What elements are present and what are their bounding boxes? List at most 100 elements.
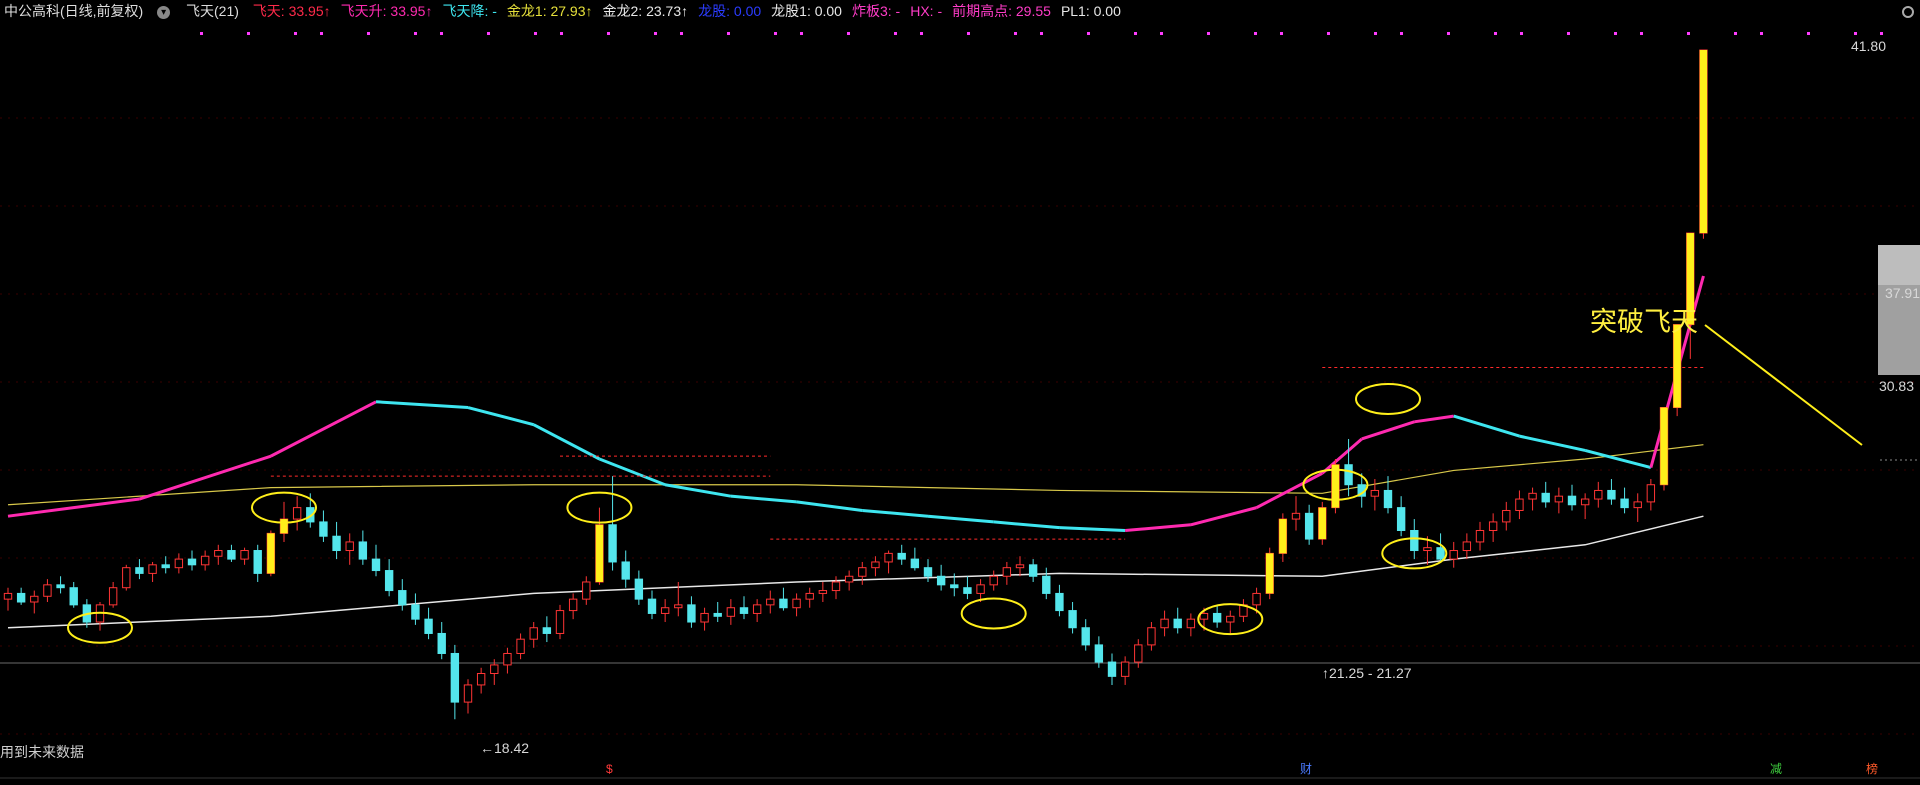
candle-body — [108, 587, 118, 606]
candle-body — [1607, 489, 1616, 500]
candle-body — [779, 598, 788, 609]
highlight-bar — [1699, 50, 1708, 234]
signal-dot — [294, 32, 297, 35]
candle-body — [923, 567, 933, 577]
signal-dot — [1040, 32, 1043, 35]
candle-body — [1042, 575, 1051, 594]
candle-body — [240, 550, 249, 560]
signal-dot — [607, 32, 610, 35]
candle-body — [16, 592, 26, 603]
flytian-segment — [138, 454, 272, 501]
signal-dot — [847, 32, 850, 35]
flytian-segment — [1125, 523, 1191, 532]
candle-body — [122, 567, 131, 589]
signal-dot — [800, 32, 803, 35]
signal-dot — [967, 32, 970, 35]
breakthrough-label: 突破飞天 — [1590, 307, 1698, 337]
candle-body — [1226, 615, 1235, 623]
candle-body — [1515, 498, 1524, 511]
candle-body — [1410, 530, 1419, 552]
flytian-segment — [1584, 448, 1652, 470]
price-chart[interactable] — [0, 0, 1920, 785]
highlight-bar — [1279, 519, 1287, 554]
candle-body — [1186, 618, 1196, 629]
price-box-top — [1878, 245, 1920, 285]
candle-body — [555, 610, 565, 634]
corner-icon[interactable] — [1902, 6, 1914, 18]
candle-body — [1436, 547, 1445, 560]
candle-body — [621, 561, 630, 580]
candle-body — [634, 578, 644, 600]
candle-body — [1173, 618, 1182, 629]
indicator-header: 中公高科(日线,前复权) ▾ 飞天(21) 飞天: 33.95↑ 飞天升: 33.… — [0, 0, 1920, 22]
candle-body — [490, 664, 499, 674]
flytian-segment — [467, 406, 535, 427]
candle-body — [542, 627, 552, 634]
signal-dot — [920, 32, 923, 35]
indicator-values: 飞天: 33.95↑ 飞天升: 33.95↑ 飞天降: - 金龙1: 27.93↑ 金龙… — [253, 3, 1131, 19]
candle-body — [1068, 610, 1077, 629]
indicator-value-10: PL1: 0.00 — [1060, 3, 1121, 19]
reduce-marker[interactable]: 减 — [1770, 762, 1782, 776]
candle-body — [936, 575, 946, 586]
indicator-value-6: 龙股1: 0.00 — [771, 3, 842, 19]
candle-body — [148, 564, 157, 574]
flytian-segment — [862, 508, 929, 518]
candle-body — [187, 558, 197, 566]
signal-dot — [534, 32, 537, 35]
indicator-name[interactable]: 飞天(21) — [186, 0, 239, 22]
candle-body — [292, 507, 302, 520]
dividend-marker[interactable]: $ — [606, 762, 613, 776]
candle-body — [332, 535, 341, 552]
signal-dot — [1734, 32, 1737, 35]
signal-dot — [1760, 32, 1763, 35]
candle-body — [174, 558, 184, 569]
candle-body — [1147, 627, 1156, 646]
candle-body — [1620, 498, 1629, 509]
candle-body — [1567, 495, 1577, 506]
candle-body — [713, 612, 722, 617]
flytian-segment — [1414, 414, 1454, 424]
candle-body — [1502, 509, 1511, 523]
settings-icon[interactable]: ▾ — [157, 5, 171, 19]
candle-body — [897, 552, 906, 560]
candle-body — [582, 581, 591, 600]
signal-dot — [1400, 32, 1403, 35]
signal-dot — [1280, 32, 1283, 35]
candle-body — [1396, 507, 1406, 531]
signal-dot — [1207, 32, 1210, 35]
candlestick-series — [3, 49, 1708, 720]
signal-dot — [1614, 32, 1617, 35]
candle-body — [660, 607, 670, 614]
annotation-pointer — [1704, 324, 1863, 446]
candle-body — [1015, 564, 1025, 569]
flytian-segment — [796, 500, 863, 512]
candle-body — [1120, 661, 1130, 677]
list-marker[interactable]: 榜 — [1866, 762, 1878, 776]
candle-body — [1594, 489, 1603, 500]
candle-body — [1646, 484, 1656, 503]
highlight-circle — [1355, 382, 1421, 415]
flytian-segment — [533, 423, 601, 461]
candle-body — [345, 541, 354, 552]
candle-body — [384, 570, 394, 592]
candle-body — [1370, 489, 1380, 497]
flytian-segment — [7, 497, 140, 518]
financial-marker[interactable]: 财 — [1300, 762, 1312, 776]
indicator-value-8: HX: - — [910, 3, 943, 19]
white-ma-line — [7, 515, 1704, 629]
candle-body — [214, 550, 223, 557]
candle-body — [135, 567, 144, 574]
indicator-lines — [7, 275, 1705, 629]
candle-body — [1055, 592, 1064, 612]
candle-body — [844, 575, 854, 583]
flytian-segment — [1321, 437, 1363, 475]
indicator-value-5: 龙股: 0.00 — [698, 3, 762, 19]
candle-body — [1383, 489, 1393, 509]
signal-dot — [560, 32, 563, 35]
highlight-bar — [1660, 407, 1668, 485]
signal-dot — [894, 32, 897, 35]
candle-body — [398, 590, 407, 606]
candle-body — [424, 618, 433, 634]
signal-dot — [727, 32, 730, 35]
